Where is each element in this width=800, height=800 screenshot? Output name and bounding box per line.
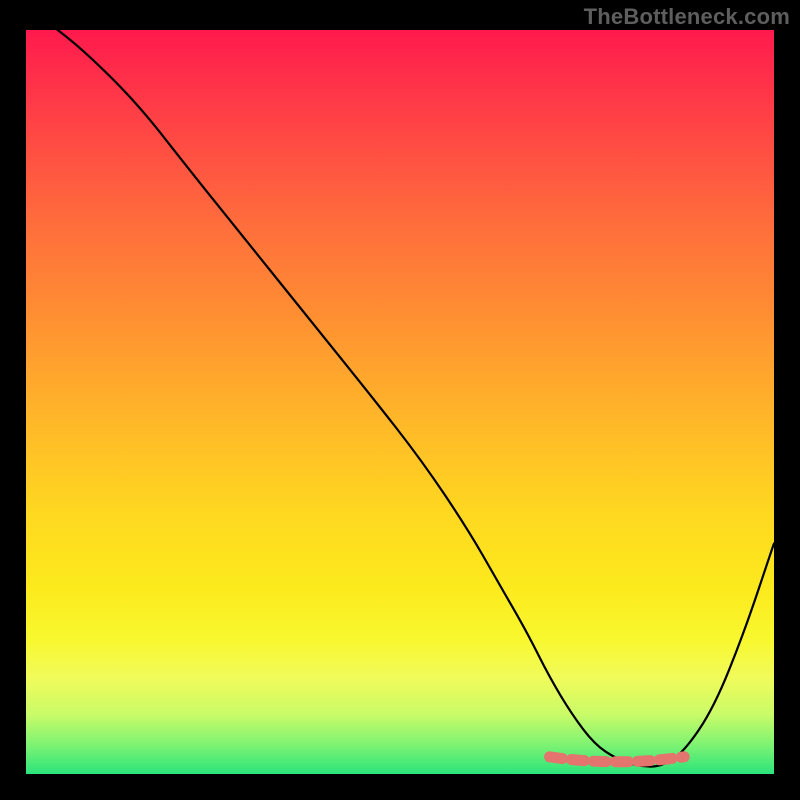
bottleneck-curve xyxy=(48,30,774,767)
plot-area xyxy=(26,30,774,774)
chart-frame: TheBottleneck.com xyxy=(0,0,800,800)
minimum-highlight xyxy=(550,757,685,762)
watermark-text: TheBottleneck.com xyxy=(584,4,790,30)
chart-overlay xyxy=(26,30,774,774)
